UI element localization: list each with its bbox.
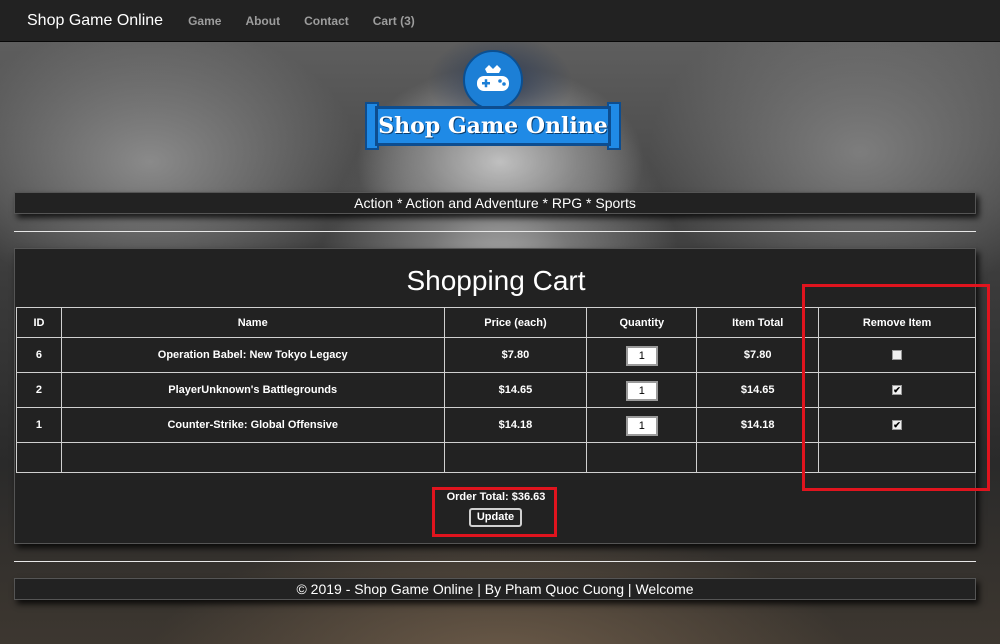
site-logo: Shop Game Online [365,50,625,160]
footer: © 2019 - Shop Game Online | By Pham Quoc… [14,578,976,600]
top-navbar: Shop Game Online Game About Contact Cart… [0,0,1000,42]
divider [14,231,976,232]
category-bar: Action * Action and Adventure * RPG * Sp… [14,192,976,214]
highlight-box-update [432,487,557,537]
highlight-box-remove-column [802,284,990,491]
cell-item-total: $14.65 [696,372,820,408]
cell-name: PlayerUnknown's Battlegrounds [60,372,445,408]
cell-name: Operation Babel: New Tokyo Legacy [60,337,445,373]
gamepad-icon [463,50,523,110]
nav-link-about[interactable]: About [245,14,280,28]
quantity-input[interactable]: 1 [625,381,658,401]
cell-id: 1 [16,407,62,443]
quantity-input[interactable]: 1 [625,416,658,436]
cell-price: $14.65 [443,372,588,408]
cell-price: $7.80 [443,337,588,373]
column-header-id: ID [16,307,62,338]
nav-link-cart[interactable]: Cart (3) [373,14,415,28]
cell-name: Counter-Strike: Global Offensive [60,407,445,443]
column-header-name: Name [60,307,445,338]
logo-text: Shop Game Online [375,106,611,146]
nav-link-contact[interactable]: Contact [304,14,349,28]
column-header-quantity: Quantity [586,307,698,338]
cell-price: $14.18 [443,407,588,443]
column-header-item-total: Item Total [696,307,820,338]
divider [14,561,976,562]
nav-link-game[interactable]: Game [188,14,221,28]
cell-item-total: $7.80 [696,337,820,373]
cell-id: 2 [16,372,62,408]
navbar-brand[interactable]: Shop Game Online [27,12,163,30]
cell-id: 6 [16,337,62,373]
quantity-input[interactable]: 1 [625,346,658,366]
cell-item-total: $14.18 [696,407,820,443]
column-header-price: Price (each) [443,307,588,338]
